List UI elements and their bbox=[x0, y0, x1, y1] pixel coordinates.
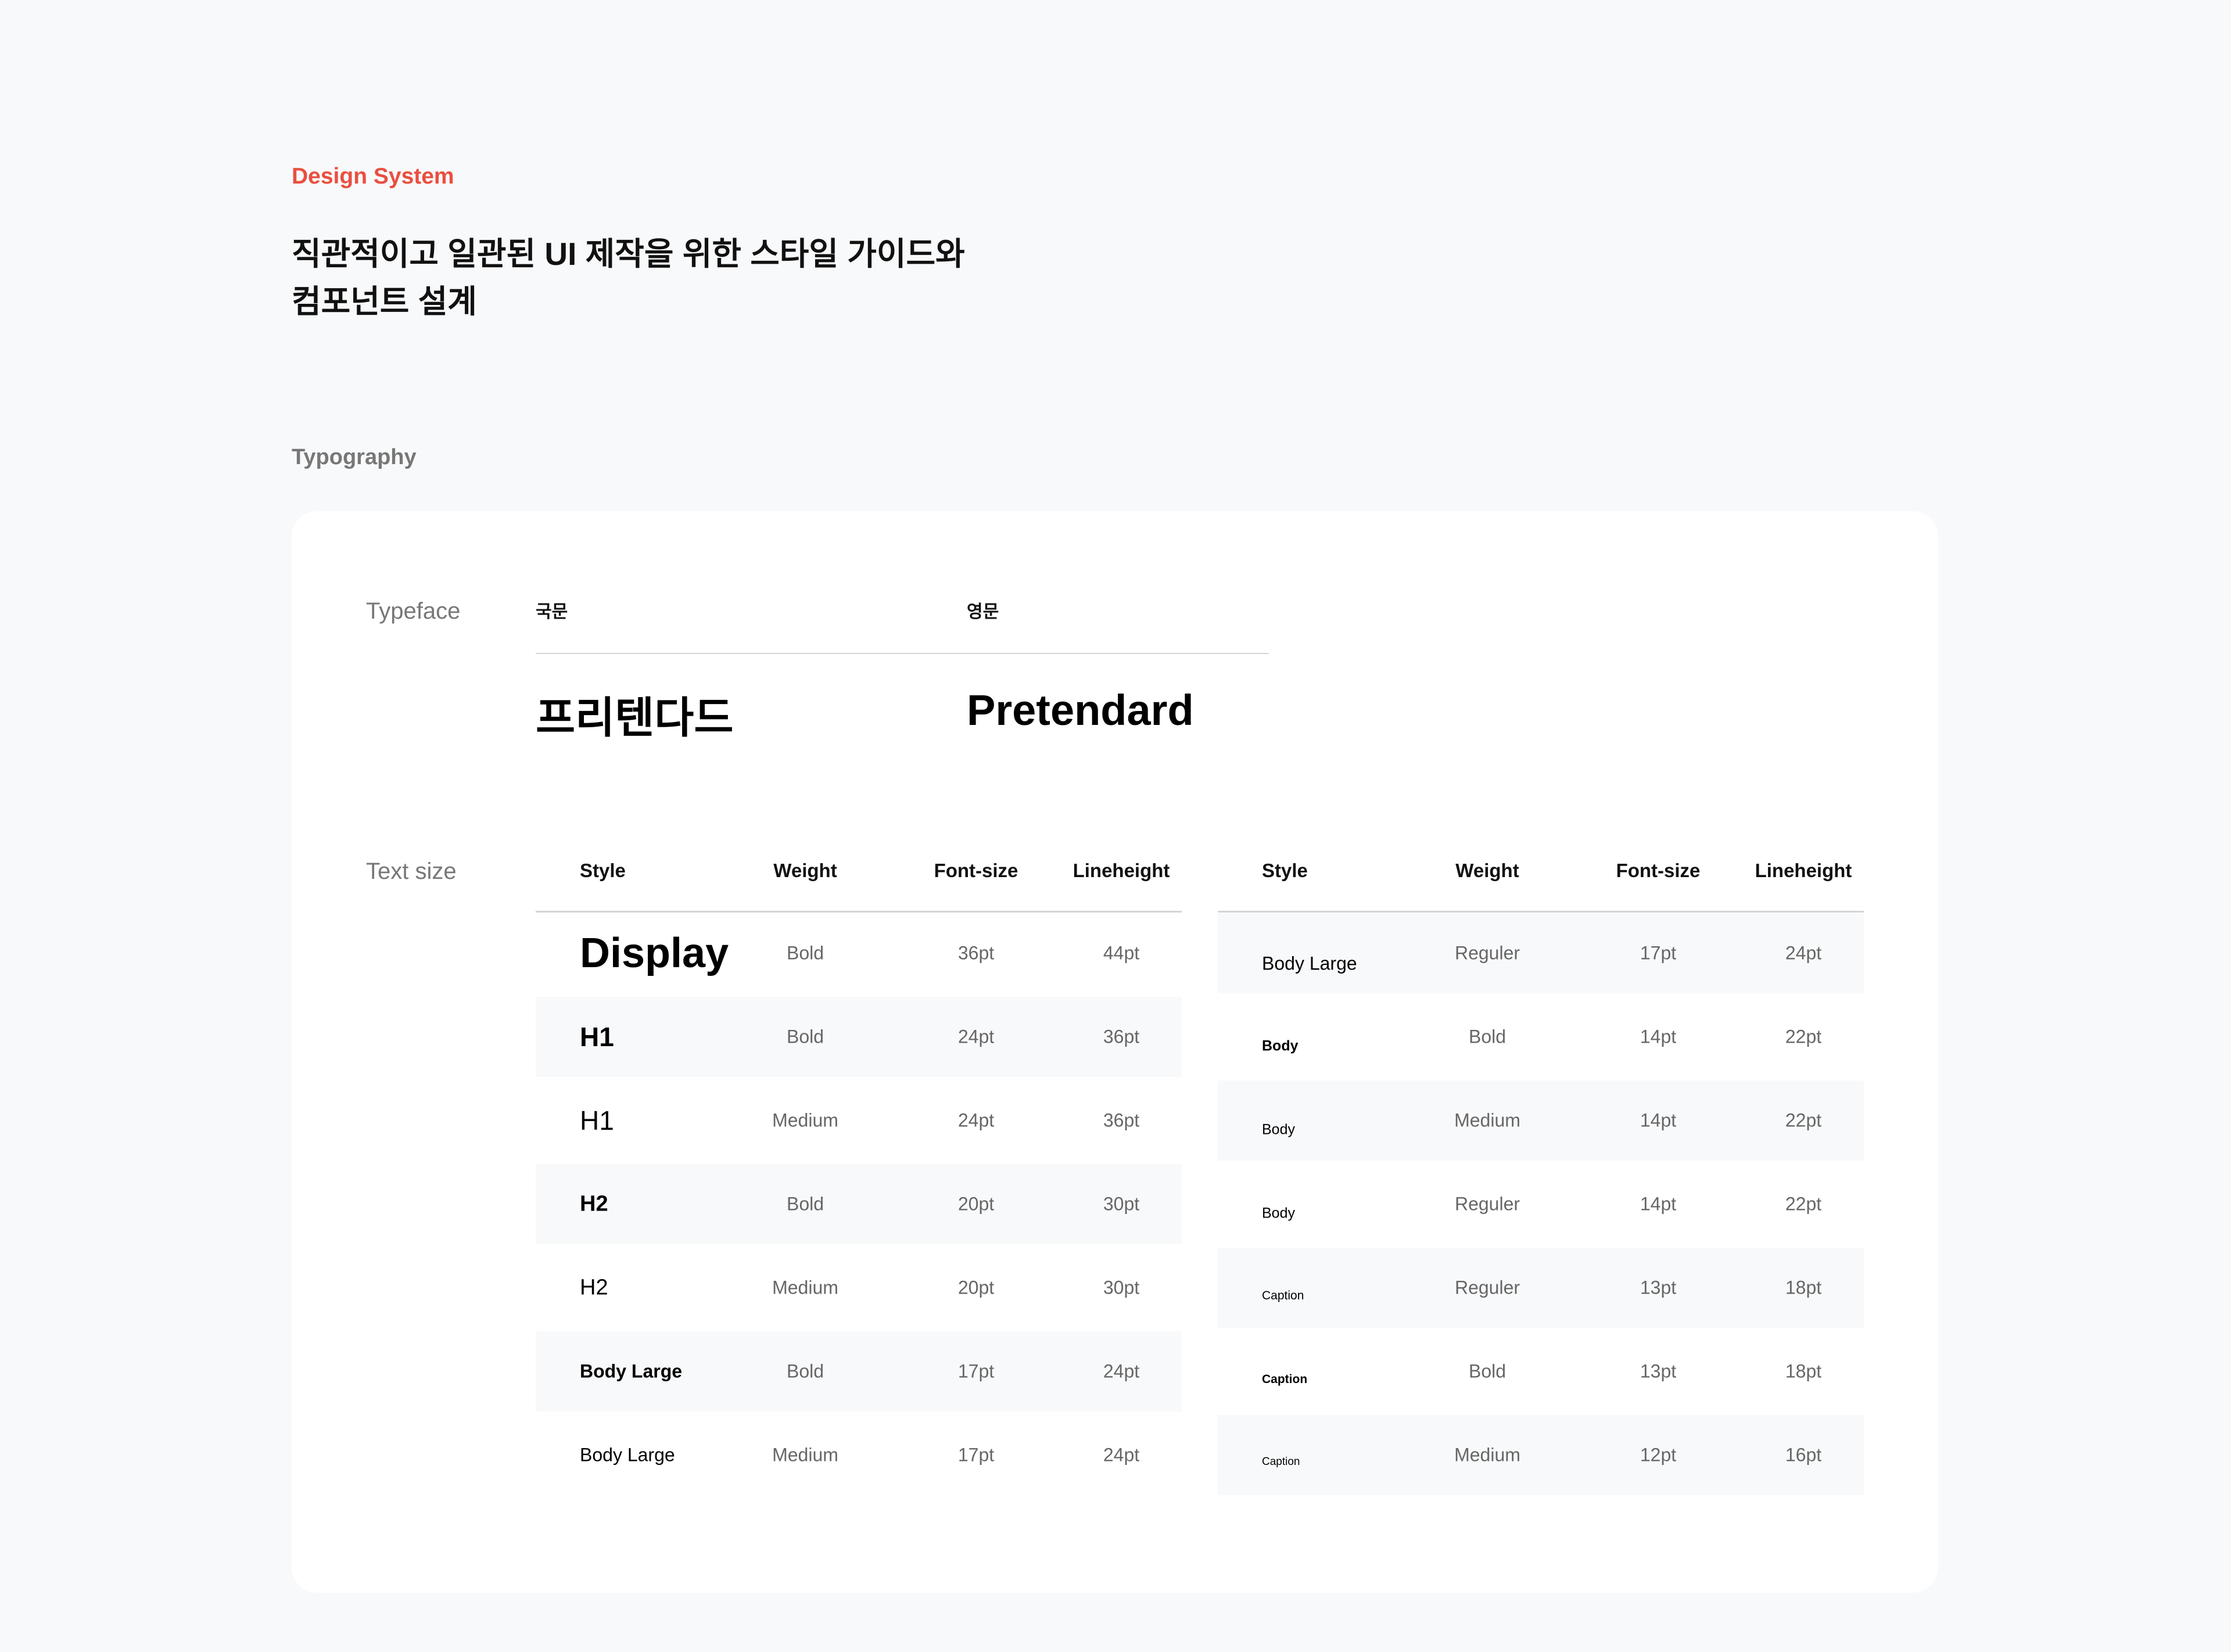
weight-value: Reguler bbox=[1454, 1277, 1520, 1298]
column-header-weight: Weight bbox=[773, 860, 837, 881]
lineheight-value: 30pt bbox=[1103, 1193, 1140, 1215]
style-name: Body Large bbox=[580, 1444, 675, 1466]
weight-value: Bold bbox=[786, 1360, 824, 1382]
table-header-divider bbox=[1218, 911, 1864, 913]
typeface-divider bbox=[536, 653, 1269, 654]
column-header-font-size: Font-size bbox=[934, 860, 1018, 881]
lineheight-value: 16pt bbox=[1785, 1444, 1822, 1466]
typography-card: Typeface 국문 영문 프리텐다드 Pretendard Text siz… bbox=[292, 511, 1938, 1593]
style-name: Display bbox=[580, 930, 729, 976]
lineheight-value: 24pt bbox=[1785, 942, 1822, 964]
korean-typeface-sample: 프리텐다드 bbox=[536, 694, 734, 742]
lineheight-value: 24pt bbox=[1103, 1360, 1140, 1382]
font-size-value: 13pt bbox=[1640, 1277, 1677, 1298]
font-size-value: 20pt bbox=[957, 1193, 995, 1215]
style-name: Caption bbox=[1262, 1456, 1300, 1468]
font-size-value: 17pt bbox=[1640, 942, 1677, 964]
font-size-value: 14pt bbox=[1640, 1109, 1677, 1131]
weight-value: Bold bbox=[786, 1193, 824, 1215]
font-size-value: 24pt bbox=[957, 1109, 995, 1131]
weight-value: Medium bbox=[1454, 1444, 1520, 1466]
table-row: H2 Medium 20pt 30pt bbox=[536, 1248, 1182, 1328]
weight-value: Medium bbox=[772, 1109, 838, 1131]
table-row: H1 Bold 24pt 36pt bbox=[536, 997, 1182, 1077]
weight-value: Bold bbox=[1468, 1026, 1507, 1047]
style-name: H1 bbox=[580, 1022, 614, 1052]
weight-value: Bold bbox=[786, 1026, 824, 1047]
weight-value: Bold bbox=[786, 942, 824, 964]
table-row: Body Reguler 14pt 22pt bbox=[1218, 1164, 1864, 1244]
style-name: Body bbox=[1262, 1205, 1295, 1222]
column-header-style: Style bbox=[1262, 860, 1308, 881]
style-name: Body Large bbox=[1262, 953, 1357, 974]
font-size-value: 13pt bbox=[1640, 1360, 1677, 1382]
font-size-value: 20pt bbox=[957, 1277, 995, 1298]
table-row: Caption Medium 12pt 16pt bbox=[1218, 1415, 1864, 1495]
font-size-value: 24pt bbox=[957, 1026, 995, 1047]
style-name: H2 bbox=[580, 1275, 608, 1300]
page-title: 직관적이고 일관된 UI 제작을 위한 스타일 가이드와 컴포넌트 설계 bbox=[292, 230, 1105, 325]
style-name: Body bbox=[1262, 1037, 1299, 1054]
font-size-value: 17pt bbox=[957, 1360, 995, 1382]
text-size-table-right: Style Weight Font-size Lineheight Body L… bbox=[1218, 860, 1864, 1528]
section-title-typography: Typography bbox=[292, 445, 417, 469]
table-row: Body Large Reguler 17pt 24pt bbox=[1218, 913, 1864, 993]
lineheight-value: 30pt bbox=[1103, 1277, 1140, 1298]
style-name: Body bbox=[1262, 1121, 1295, 1138]
lineheight-value: 18pt bbox=[1785, 1360, 1822, 1382]
table-row: Body Large Medium 17pt 24pt bbox=[536, 1415, 1182, 1495]
font-size-value: 36pt bbox=[957, 942, 995, 964]
lineheight-value: 22pt bbox=[1785, 1193, 1822, 1215]
font-size-value: 17pt bbox=[957, 1444, 995, 1466]
lineheight-value: 44pt bbox=[1103, 942, 1140, 964]
style-name: Caption bbox=[1262, 1373, 1308, 1386]
lineheight-value: 18pt bbox=[1785, 1277, 1822, 1298]
table-row: Caption Bold 13pt 18pt bbox=[1218, 1331, 1864, 1412]
column-header-lineheight: Lineheight bbox=[1073, 860, 1170, 881]
column-header-weight: Weight bbox=[1455, 860, 1519, 881]
font-size-value: 14pt bbox=[1640, 1026, 1677, 1047]
typeface-label: Typeface bbox=[366, 598, 461, 624]
weight-value: Bold bbox=[1468, 1360, 1507, 1382]
font-size-value: 14pt bbox=[1640, 1193, 1677, 1215]
weight-value: Reguler bbox=[1454, 942, 1520, 964]
table-row: Caption Reguler 13pt 18pt bbox=[1218, 1248, 1864, 1328]
column-header-font-size: Font-size bbox=[1616, 860, 1701, 881]
table-row: H1 Medium 24pt 36pt bbox=[536, 1080, 1182, 1161]
style-name: H1 bbox=[580, 1105, 614, 1136]
lineheight-value: 22pt bbox=[1785, 1109, 1822, 1131]
table-header-divider bbox=[536, 911, 1182, 913]
lineheight-value: 22pt bbox=[1785, 1026, 1822, 1047]
english-header: 영문 bbox=[967, 602, 999, 622]
english-typeface-sample: Pretendard bbox=[967, 686, 1194, 734]
lineheight-value: 36pt bbox=[1103, 1109, 1140, 1131]
korean-header: 국문 bbox=[536, 602, 568, 622]
table-row: Display Bold 36pt 44pt bbox=[536, 913, 1182, 993]
style-name: Caption bbox=[1262, 1289, 1304, 1302]
text-size-table-left: Style Weight Font-size Lineheight Displa… bbox=[536, 860, 1182, 1528]
eyebrow-label: Design System bbox=[292, 164, 454, 189]
style-name: Body Large bbox=[580, 1360, 683, 1382]
weight-value: Reguler bbox=[1454, 1193, 1520, 1215]
page-title-line-2: 컴포넌트 설계 bbox=[292, 283, 477, 319]
column-header-lineheight: Lineheight bbox=[1755, 860, 1852, 881]
page-title-line-1: 직관적이고 일관된 UI 제작을 위한 스타일 가이드와 bbox=[292, 236, 965, 272]
lineheight-value: 24pt bbox=[1103, 1444, 1140, 1466]
weight-value: Medium bbox=[772, 1444, 838, 1466]
table-row: H2 Bold 20pt 30pt bbox=[536, 1164, 1182, 1244]
font-size-value: 12pt bbox=[1640, 1444, 1677, 1466]
lineheight-value: 36pt bbox=[1103, 1026, 1140, 1047]
text-size-label: Text size bbox=[366, 859, 457, 884]
table-row: Body Medium 14pt 22pt bbox=[1218, 1080, 1864, 1161]
table-row: Body Bold 14pt 22pt bbox=[1218, 997, 1864, 1077]
weight-value: Medium bbox=[772, 1277, 838, 1298]
table-row: Body Large Bold 17pt 24pt bbox=[536, 1331, 1182, 1412]
weight-value: Medium bbox=[1454, 1109, 1520, 1131]
style-name: H2 bbox=[580, 1191, 608, 1216]
column-header-style: Style bbox=[580, 860, 626, 881]
